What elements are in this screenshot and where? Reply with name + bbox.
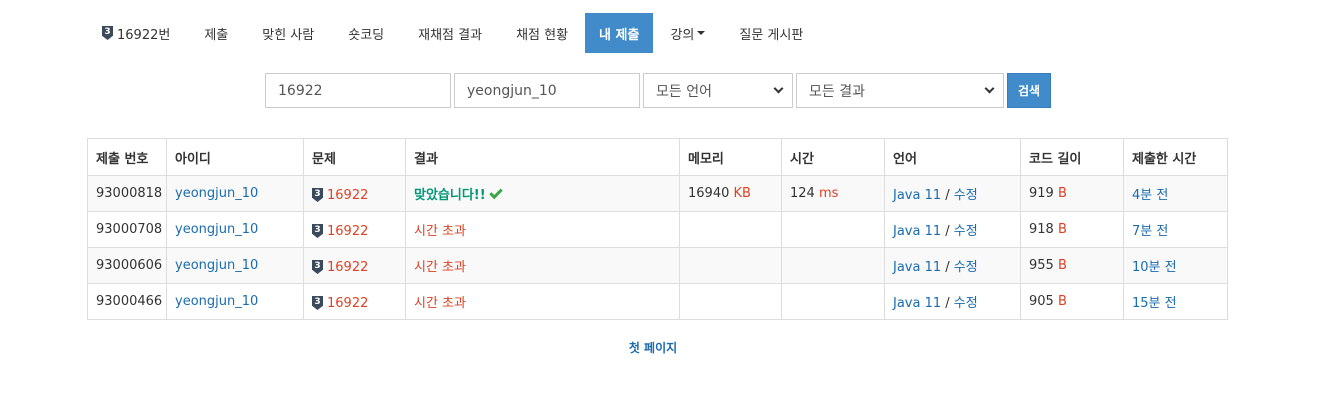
time-value: 124 bbox=[790, 186, 815, 201]
language-separator: / bbox=[941, 188, 954, 203]
language-select[interactable]: 모든 언어 bbox=[643, 73, 793, 108]
tier-badge-icon: 3 bbox=[312, 296, 323, 310]
code-length-value: 905 bbox=[1029, 294, 1054, 309]
result-select-value: 모든 결과 bbox=[809, 83, 865, 100]
problem-link[interactable]: 3 16922 bbox=[312, 224, 368, 239]
submitted-time-link[interactable]: 7분 전 bbox=[1132, 224, 1168, 239]
edit-link[interactable]: 수정 bbox=[954, 188, 978, 203]
submission-id: 93000606 bbox=[87, 247, 167, 284]
tab-board[interactable]: 질문 게시판 bbox=[722, 13, 820, 53]
language-separator: / bbox=[941, 224, 954, 239]
code-length-unit: B bbox=[1057, 186, 1067, 201]
header-user-id: 아이디 bbox=[166, 138, 304, 176]
header-submitted-time: 제출한 시간 bbox=[1123, 138, 1228, 176]
user-id-value: yeongjun_10 bbox=[467, 82, 557, 99]
table-header-row: 제출 번호 아이디 문제 결과 메모리 시간 언어 코드 길이 제출한 시간 bbox=[87, 138, 1228, 176]
submissions-table: 제출 번호 아이디 문제 결과 메모리 시간 언어 코드 길이 제출한 시간 9… bbox=[87, 138, 1228, 320]
result-time-limit: 시간 초과 bbox=[414, 296, 466, 311]
problem-number: 16922 bbox=[327, 187, 369, 203]
language-link[interactable]: Java 11 bbox=[893, 224, 941, 239]
memory-unit: KB bbox=[733, 186, 751, 201]
tab-my-submissions[interactable]: 내 제출 bbox=[585, 13, 654, 53]
code-length-value: 955 bbox=[1029, 258, 1054, 273]
header-submission-id: 제출 번호 bbox=[87, 138, 167, 176]
search-button[interactable]: 검색 bbox=[1007, 73, 1051, 108]
chevron-down-icon bbox=[984, 83, 995, 94]
result-select[interactable]: 모든 결과 bbox=[796, 73, 1004, 108]
language-select-value: 모든 언어 bbox=[656, 83, 712, 100]
submitted-time-link[interactable]: 15분 전 bbox=[1132, 296, 1177, 311]
result-time-limit: 시간 초과 bbox=[414, 224, 466, 239]
header-language: 언어 bbox=[884, 138, 1021, 176]
tab-submit[interactable]: 제출 bbox=[187, 13, 245, 53]
chevron-down-icon bbox=[773, 83, 784, 94]
tier-badge-icon: 3 bbox=[312, 188, 323, 202]
edit-link[interactable]: 수정 bbox=[954, 260, 978, 275]
result-time-limit: 시간 초과 bbox=[414, 260, 466, 275]
problem-link[interactable]: 3 16922 bbox=[312, 188, 368, 203]
tab-rejudge[interactable]: 재채점 결과 bbox=[401, 13, 499, 53]
table-row: 93000818 yeongjun_10 3 16922 맞았습니다!! 1694… bbox=[87, 175, 1228, 212]
header-time: 시간 bbox=[781, 138, 885, 176]
tier-badge-icon: 3 bbox=[312, 260, 323, 274]
problem-id-input[interactable]: 16922 bbox=[265, 73, 451, 108]
table-row: 93000708 yeongjun_10 3 16922 시간 초과 Java 1… bbox=[87, 211, 1228, 248]
header-code-length: 코드 길이 bbox=[1020, 138, 1124, 176]
problem-id-value: 16922 bbox=[278, 82, 323, 99]
language-link[interactable]: Java 11 bbox=[893, 296, 941, 311]
tier-badge-icon: 3 bbox=[102, 26, 113, 40]
header-memory: 메모리 bbox=[679, 138, 782, 176]
user-link[interactable]: yeongjun_10 bbox=[175, 294, 258, 309]
language-separator: / bbox=[941, 296, 954, 311]
code-length-value: 919 bbox=[1029, 186, 1054, 201]
tab-short-coding[interactable]: 숏코딩 bbox=[331, 13, 401, 53]
submission-id: 93000708 bbox=[87, 211, 167, 248]
tab-solvers[interactable]: 맞힌 사람 bbox=[245, 13, 331, 53]
tier-badge-icon: 3 bbox=[312, 224, 323, 238]
code-length-unit: B bbox=[1057, 294, 1067, 309]
first-page-link[interactable]: 첫 페이지 bbox=[0, 339, 1306, 356]
code-length-unit: B bbox=[1057, 222, 1067, 237]
edit-link[interactable]: 수정 bbox=[954, 296, 978, 311]
header-problem: 문제 bbox=[303, 138, 406, 176]
language-link[interactable]: Java 11 bbox=[893, 260, 941, 275]
user-link[interactable]: yeongjun_10 bbox=[175, 186, 258, 201]
submission-id: 93000818 bbox=[87, 175, 167, 212]
code-length-unit: B bbox=[1057, 258, 1067, 273]
language-link[interactable]: Java 11 bbox=[893, 188, 941, 203]
memory-value: 16940 bbox=[688, 186, 730, 201]
problem-number: 16922 bbox=[327, 259, 369, 275]
result-accepted: 맞았습니다!! bbox=[414, 188, 486, 203]
caret-down-icon bbox=[697, 31, 706, 35]
header-result: 결과 bbox=[405, 138, 680, 176]
table-row: 93000466 yeongjun_10 3 16922 시간 초과 Java 1… bbox=[87, 283, 1228, 320]
language-separator: / bbox=[941, 260, 954, 275]
check-icon bbox=[488, 185, 503, 200]
problem-number: 16922 bbox=[327, 223, 369, 239]
problem-link[interactable]: 3 16922 bbox=[312, 296, 368, 311]
user-link[interactable]: yeongjun_10 bbox=[175, 222, 258, 237]
submitted-time-link[interactable]: 10분 전 bbox=[1132, 260, 1177, 275]
tab-problem-label: 16922번 bbox=[117, 27, 171, 43]
problem-nav: 3 16922번 제출 맞힌 사람 숏코딩 재채점 결과 채점 현황 내 제출 … bbox=[88, 13, 820, 53]
tab-lectures-label: 강의 bbox=[670, 27, 695, 43]
tab-problem[interactable]: 3 16922번 bbox=[88, 13, 187, 53]
user-link[interactable]: yeongjun_10 bbox=[175, 258, 258, 273]
time-unit: ms bbox=[818, 186, 839, 201]
edit-link[interactable]: 수정 bbox=[954, 224, 978, 239]
problem-number: 16922 bbox=[327, 295, 369, 311]
tab-lectures[interactable]: 강의 bbox=[653, 13, 722, 53]
submission-id: 93000466 bbox=[87, 283, 167, 320]
code-length-value: 918 bbox=[1029, 222, 1054, 237]
user-id-input[interactable]: yeongjun_10 bbox=[454, 73, 640, 108]
problem-link[interactable]: 3 16922 bbox=[312, 260, 368, 275]
table-row: 93000606 yeongjun_10 3 16922 시간 초과 Java 1… bbox=[87, 247, 1228, 284]
tab-judge-status[interactable]: 채점 현황 bbox=[499, 13, 585, 53]
submitted-time-link[interactable]: 4분 전 bbox=[1132, 188, 1168, 203]
